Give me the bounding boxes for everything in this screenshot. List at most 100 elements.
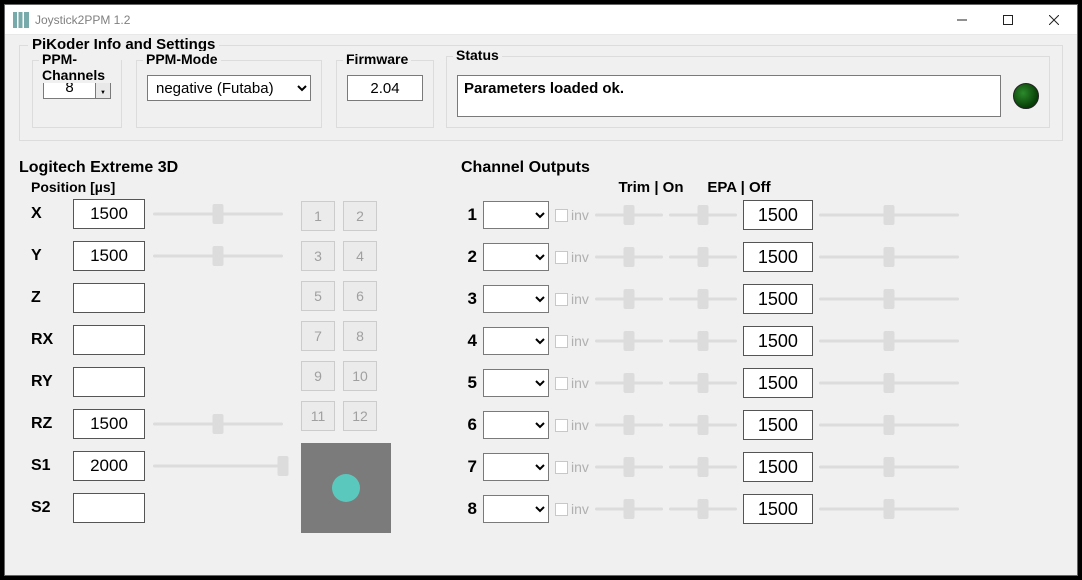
output-slider[interactable] (819, 331, 959, 351)
firmware-value: 2.04 (347, 75, 423, 101)
axis-value-input[interactable] (73, 283, 145, 313)
ppm-mode-select[interactable]: negative (Futaba) (147, 75, 311, 101)
channel-source-select[interactable] (483, 327, 549, 355)
invert-label: inv (571, 333, 589, 349)
channels-section: Channel Outputs Trim | On EPA | Off 1inv… (461, 159, 1063, 536)
epa-slider[interactable] (669, 205, 737, 225)
invert-checkbox[interactable] (555, 419, 568, 432)
trim-slider[interactable] (595, 373, 663, 393)
epa-slider[interactable] (669, 289, 737, 309)
channel-source-select[interactable] (483, 243, 549, 271)
epa-slider[interactable] (669, 415, 737, 435)
output-slider[interactable] (819, 205, 959, 225)
invert-checkbox[interactable] (555, 293, 568, 306)
invert-checkbox[interactable] (555, 461, 568, 474)
output-slider[interactable] (819, 457, 959, 477)
channel-source-select[interactable] (483, 285, 549, 313)
trim-slider[interactable] (595, 499, 663, 519)
axis-value-input[interactable] (73, 199, 145, 229)
channel-row-2: 2inv1500 (461, 242, 1063, 272)
invert-label: inv (571, 291, 589, 307)
joystick-title: Logitech Extreme 3D (19, 159, 449, 177)
joystick-button-3: 3 (301, 241, 335, 271)
status-led-icon (1013, 83, 1039, 109)
firmware-label: Firmware (343, 51, 411, 67)
channel-number: 2 (461, 247, 477, 267)
channel-number: 5 (461, 373, 477, 393)
invert-checkbox[interactable] (555, 503, 568, 516)
invert-wrap: inv (555, 207, 589, 223)
epa-slider[interactable] (669, 499, 737, 519)
axis-value-input[interactable] (73, 451, 145, 481)
firmware-group: Firmware 2.04 (336, 60, 434, 128)
channel-number: 6 (461, 415, 477, 435)
channel-row-6: 6inv1500 (461, 410, 1063, 440)
channel-number: 1 (461, 205, 477, 225)
channel-row-1: 1inv1500 (461, 200, 1063, 230)
axis-row-s2: S2 (31, 493, 283, 523)
axis-value-input[interactable] (73, 241, 145, 271)
epa-slider[interactable] (669, 247, 737, 267)
output-slider[interactable] (819, 415, 959, 435)
invert-checkbox[interactable] (555, 251, 568, 264)
trim-slider[interactable] (595, 205, 663, 225)
channel-source-select[interactable] (483, 495, 549, 523)
app-window: Joystick2PPM 1.2 PiKoder Info and Settin… (4, 4, 1078, 576)
maximize-button[interactable] (985, 5, 1031, 34)
joystick-button-1: 1 (301, 201, 335, 231)
axis-slider[interactable] (153, 246, 283, 266)
joystick-button-12: 12 (343, 401, 377, 431)
client-area: PiKoder Info and Settings PPM-Channels ▲… (5, 35, 1077, 546)
trim-slider[interactable] (595, 331, 663, 351)
invert-checkbox[interactable] (555, 377, 568, 390)
close-button[interactable] (1031, 5, 1077, 34)
channel-source-select[interactable] (483, 369, 549, 397)
position-label: Position [µs] (31, 179, 449, 195)
invert-label: inv (571, 417, 589, 433)
trim-slider[interactable] (595, 247, 663, 267)
channel-output-value: 1500 (743, 284, 813, 314)
trim-slider[interactable] (595, 415, 663, 435)
axis-label: RY (31, 373, 65, 391)
joystick-button-6: 6 (343, 281, 377, 311)
invert-checkbox[interactable] (555, 335, 568, 348)
axes-list: XYZRXRYRZS1S2 (19, 199, 283, 533)
axis-value-input[interactable] (73, 367, 145, 397)
thumbstick-display (301, 443, 391, 533)
epa-slider[interactable] (669, 457, 737, 477)
channel-source-select[interactable] (483, 453, 549, 481)
axis-slider[interactable] (153, 204, 283, 224)
axis-row-s1: S1 (31, 451, 283, 481)
ppm-channels-down[interactable]: ▼ (96, 87, 110, 98)
ppm-channels-group: PPM-Channels ▲ ▼ (32, 60, 122, 128)
epa-slider[interactable] (669, 331, 737, 351)
channel-number: 3 (461, 289, 477, 309)
invert-label: inv (571, 459, 589, 475)
epa-slider[interactable] (669, 373, 737, 393)
output-slider[interactable] (819, 247, 959, 267)
axis-slider[interactable] (153, 456, 283, 476)
axis-value-input[interactable] (73, 493, 145, 523)
minimize-button[interactable] (939, 5, 985, 34)
invert-wrap: inv (555, 501, 589, 517)
output-slider[interactable] (819, 373, 959, 393)
channel-number: 8 (461, 499, 477, 519)
axis-value-input[interactable] (73, 325, 145, 355)
invert-wrap: inv (555, 417, 589, 433)
joystick-button-2: 2 (343, 201, 377, 231)
invert-checkbox[interactable] (555, 209, 568, 222)
channel-row-3: 3 inv 1500 (461, 284, 1063, 314)
trim-slider[interactable] (595, 289, 663, 309)
output-slider[interactable] (819, 289, 959, 309)
axis-row-rx: RX (31, 325, 283, 355)
channel-output-value: 1500 (743, 494, 813, 524)
joystick-buttons-grid: 123456789101112 (301, 201, 375, 533)
trim-slider[interactable] (595, 457, 663, 477)
joystick-button-10: 10 (343, 361, 377, 391)
axis-slider[interactable] (153, 414, 283, 434)
output-slider[interactable] (819, 499, 959, 519)
channel-source-select[interactable] (483, 411, 549, 439)
channel-source-select[interactable] (483, 201, 549, 229)
axis-row-y: Y (31, 241, 283, 271)
axis-value-input[interactable] (73, 409, 145, 439)
